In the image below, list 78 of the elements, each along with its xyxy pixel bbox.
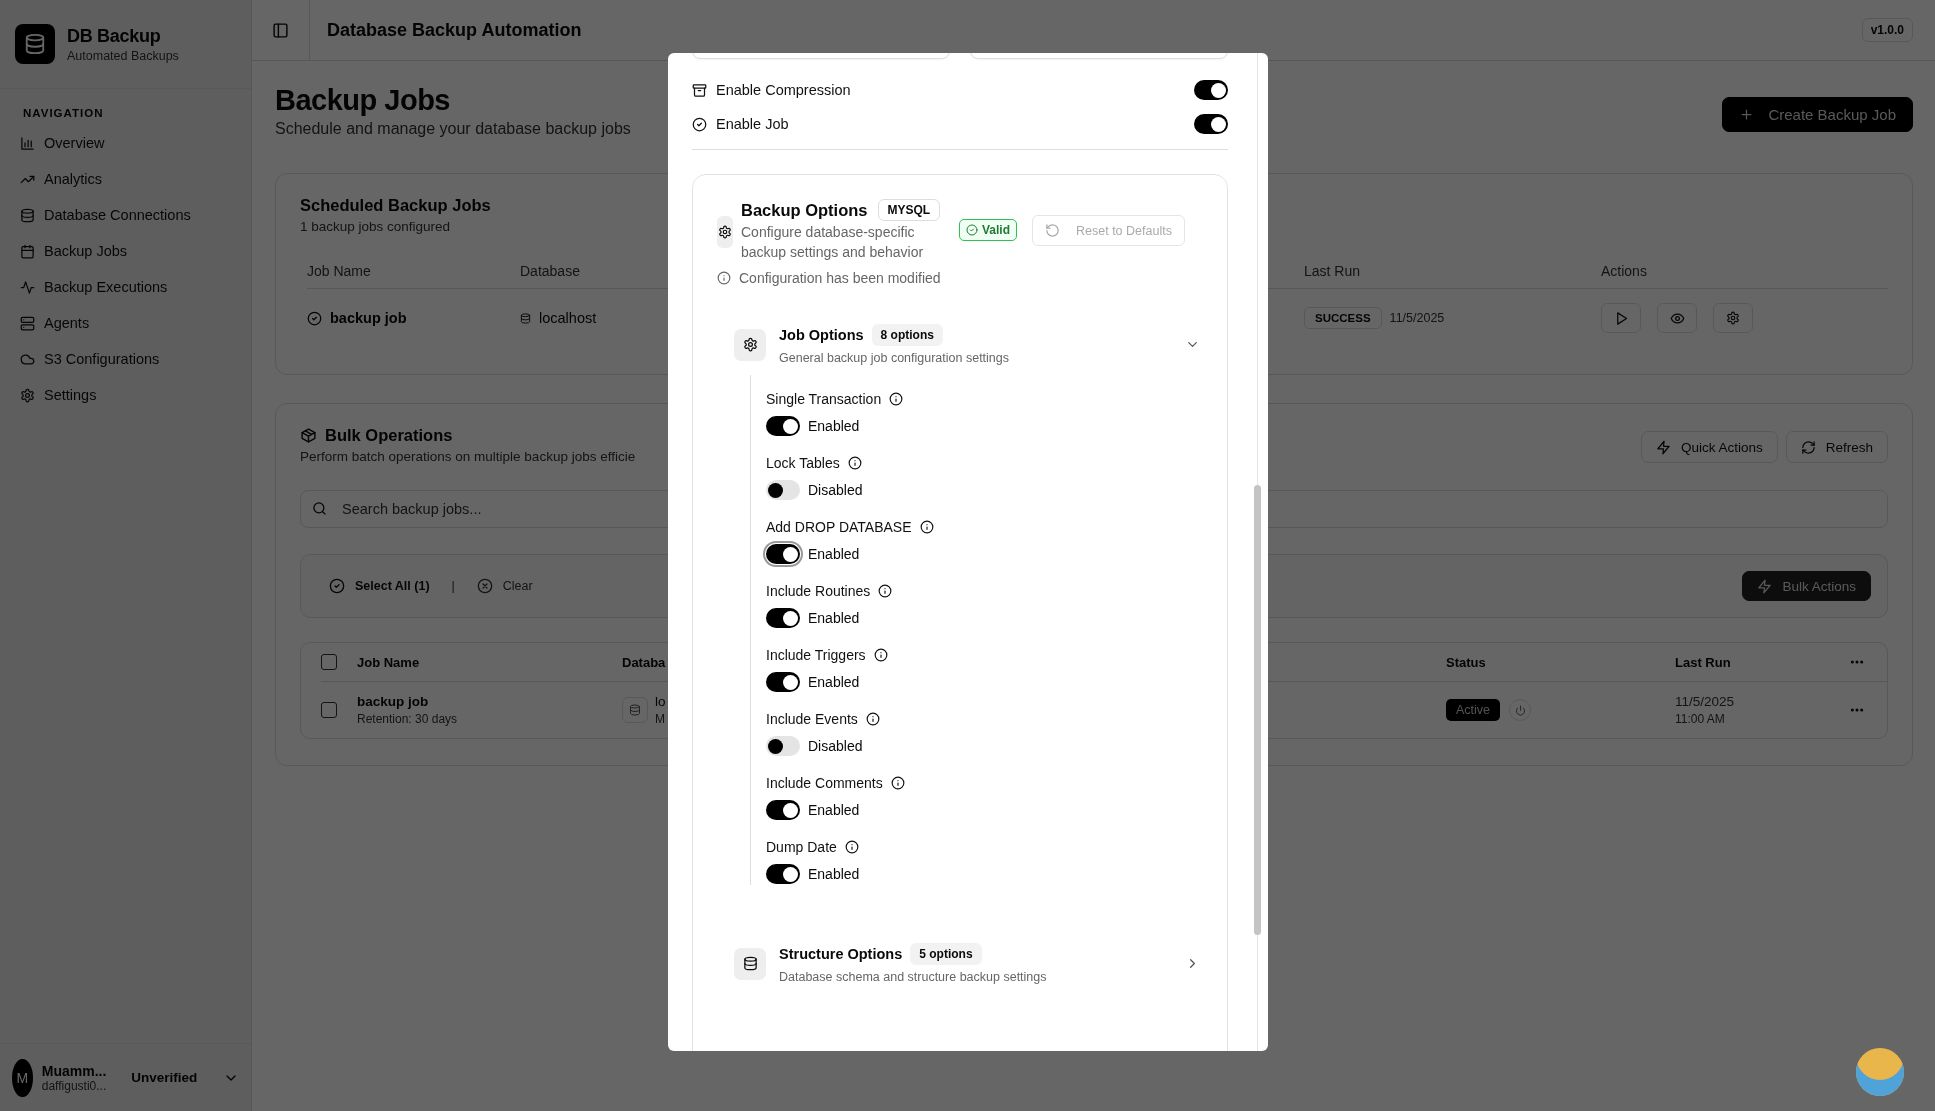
option-label: Single Transaction [766,391,882,408]
card-title: Bulk Operations [325,426,453,445]
option-label: Include Comments [766,775,883,792]
job-name: backup job [357,694,429,709]
retention-text: Retention: 30 days [357,712,458,726]
status-badge: SUCCESS [1304,307,1382,329]
column-header: Databa [622,654,666,670]
nav-item[interactable]: Agents [0,305,251,341]
verification-status: Unverified [131,1070,198,1085]
section-title: Structure Options [779,946,903,963]
separator: | [451,579,455,593]
section-label: NAVIGATION [22,106,105,121]
modified-notice: Configuration has been modified [739,270,941,287]
card-subtitle: 1 backup jobs configured [300,219,451,234]
section-title: Job Options [779,327,864,344]
column-header: Last Run [1675,654,1731,670]
option-count-badge: 5 options [910,943,982,966]
nav-item[interactable]: S3 Configurations [0,341,251,377]
last-run-time: 11:00 AM [1675,712,1725,726]
section-header[interactable]: Structure Options 5 options Database schema and structure backup settings [734,943,1208,985]
column-header: Last Run [1304,254,1601,289]
nav-item[interactable]: Database Connections [0,197,251,233]
user-name: Muamm... [41,1062,107,1079]
section-header[interactable]: Job Options 8 options General backup job configuration settings [734,324,1208,366]
database-name: lo [655,694,666,709]
select-all-button[interactable]: Select All (1) [329,578,430,594]
column-header: Status [1446,654,1486,670]
database-detail: M [655,712,665,726]
section-description: Database schema and structure backup settings [779,970,1048,985]
engine-badge: MYSQL [877,199,941,221]
validation-badge: Valid [959,219,1017,241]
last-run-date: 11/5/2025 [1675,694,1735,709]
version-badge: v1.0.0 [1861,18,1913,42]
option-label: Lock Tables [766,455,840,472]
option-label: Include Events [766,711,858,728]
user-avatar[interactable]: M [12,1058,33,1097]
card-title: Backup Options [741,200,868,220]
status-badge: Active [1446,699,1501,721]
nav-item[interactable]: Backup Executions [0,269,251,305]
app-subtitle: Automated Backups [67,48,179,63]
toggle-label: Enable Job [716,116,790,132]
option-state: Enabled [808,546,860,563]
page-title: Backup Jobs [275,84,451,117]
option-label: Include Routines [766,583,871,600]
clear-button[interactable]: Clear [476,578,533,594]
job-name: backup job [330,310,407,326]
user-email: daffigusti0... [41,1078,107,1093]
option-state: Enabled [808,610,860,627]
option-label: Add DROP DATABASE [766,519,912,536]
page-header-title: Database Backup Automation [327,19,583,41]
refresh-button[interactable]: Refresh [1785,431,1888,463]
page-subtitle: Schedule and manage your database backup jobs [275,120,631,138]
section-description: General backup job configuration settings [779,351,1010,366]
column-header: Job Name [357,654,420,670]
option-label: Include Triggers [766,647,866,664]
card-description: Perform batch operations on multiple backup jobs efficie [300,449,636,464]
option-state: Disabled [808,482,863,499]
nav-item[interactable]: Analytics [0,161,251,197]
column-header: Job Name [307,254,520,289]
option-state: Enabled [808,418,860,435]
create-job-button[interactable]: Create Backup Job [1722,97,1913,132]
option-count-badge: 8 options [871,324,943,347]
column-header: Actions [1601,254,1888,289]
option-label: Dump Date [766,839,837,856]
option-state: Enabled [808,802,860,819]
database-name: localhost [539,310,597,326]
option-state: Enabled [808,674,860,691]
quick-actions-button[interactable]: Quick Actions [1640,431,1778,463]
last-run-date: 11/5/2025 [1389,311,1445,325]
bulk-actions-button[interactable]: Bulk Actions [1742,571,1871,601]
nav-item[interactable]: Backup Jobs [0,233,251,269]
option-state: Enabled [808,866,860,883]
option-state: Disabled [808,738,863,755]
nav-item[interactable]: Settings [0,377,251,413]
toggle-label: Enable Compression [716,82,852,98]
app-name: DB Backup [67,25,162,47]
card-title: Scheduled Backup Jobs [300,196,491,215]
nav-item[interactable]: Overview [0,125,251,161]
